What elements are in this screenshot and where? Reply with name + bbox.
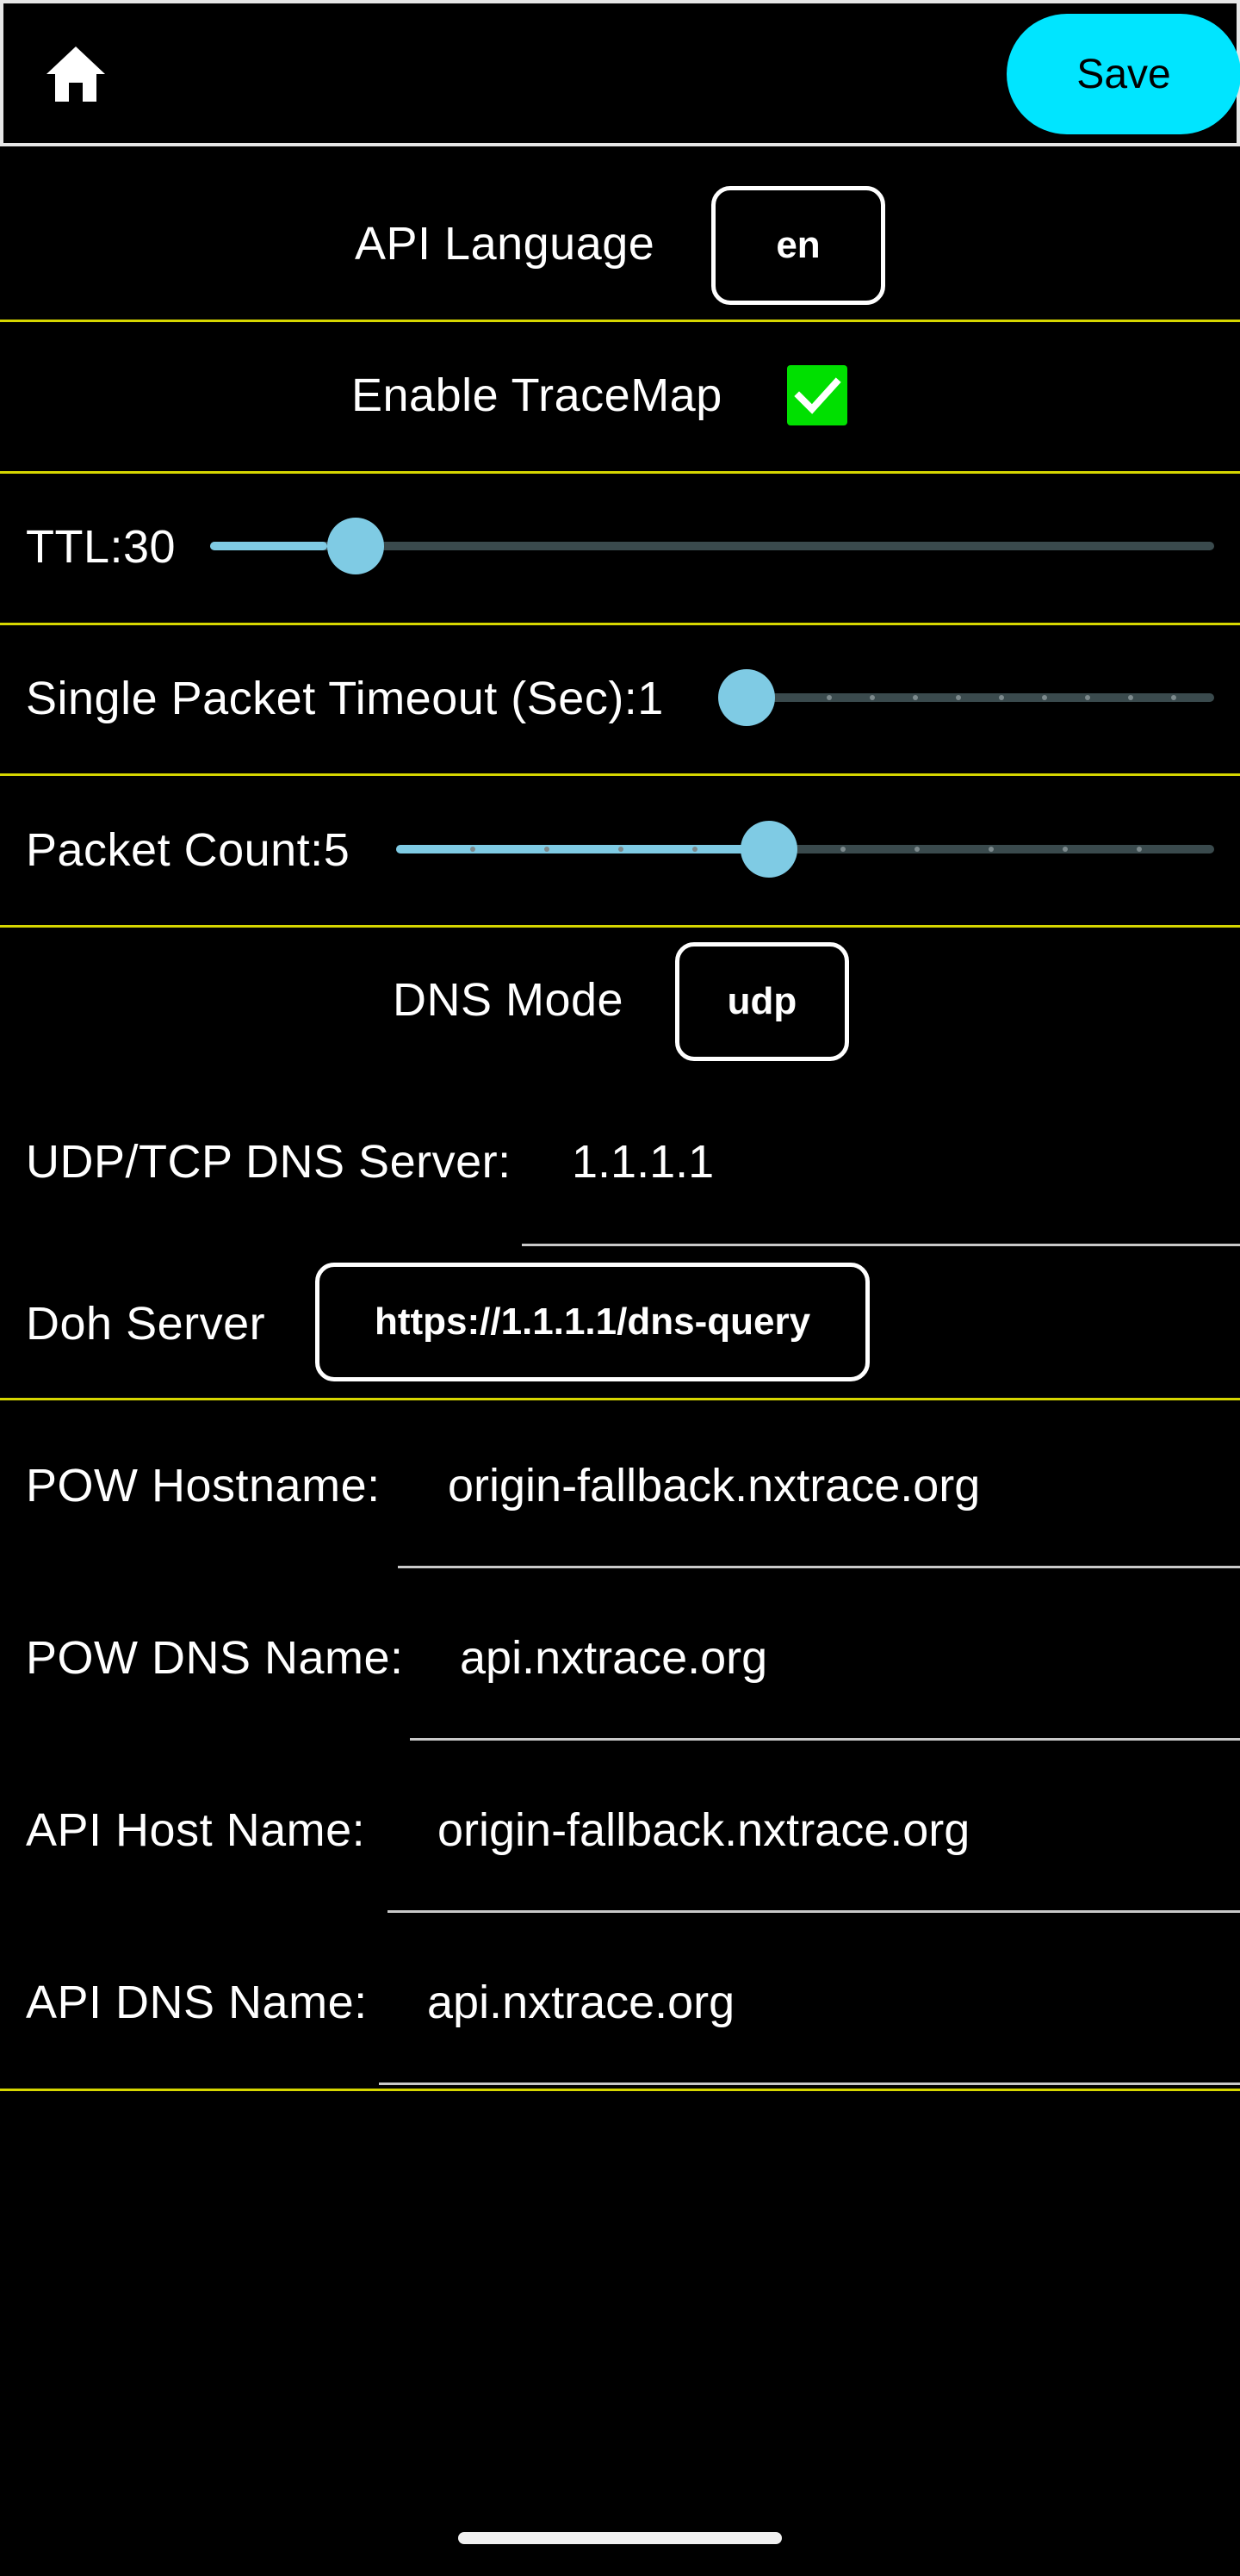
home-icon[interactable] (43, 43, 108, 105)
input-underline (398, 1566, 1240, 1568)
tracemap-label: Enable TraceMap (351, 369, 722, 421)
pow-dns-label: POW DNS Name: (26, 1632, 404, 1684)
slider-fill (210, 542, 327, 550)
slider-thumb[interactable] (327, 518, 384, 574)
doh-server-select[interactable]: https://1.1.1.1/dns-query (315, 1263, 870, 1381)
slider-tick (692, 847, 698, 852)
pow-hostname-label: POW Hostname: (26, 1460, 381, 1511)
slider-tick (470, 847, 475, 852)
slider-thumb[interactable] (718, 669, 775, 726)
timeout-slider[interactable] (718, 669, 1214, 726)
dns-mode-label: DNS Mode (393, 974, 624, 1026)
slider-fill (396, 845, 768, 853)
doh-label: Doh Server (26, 1298, 266, 1350)
api-dns-input[interactable]: api.nxtrace.org (427, 1976, 735, 2029)
slider-tick (1128, 695, 1133, 700)
divider (0, 320, 1240, 322)
api-host-input[interactable]: origin-fallback.nxtrace.org (437, 1803, 970, 1857)
save-button[interactable]: Save (1007, 14, 1240, 134)
slider-tick (1085, 695, 1090, 700)
slider-tick (870, 695, 875, 700)
packet-count-label: Packet Count:5 (26, 824, 350, 876)
packet-count-slider[interactable] (396, 821, 1214, 878)
api-language-label: API Language (355, 218, 655, 270)
timeout-label: Single Packet Timeout (Sec):1 (26, 673, 664, 724)
input-underline (379, 2083, 1240, 2085)
divider (0, 2089, 1240, 2091)
dns-mode-select[interactable]: udp (675, 942, 849, 1061)
pow-hostname-input[interactable]: origin-fallback.nxtrace.org (448, 1459, 980, 1512)
slider-tick (914, 847, 920, 852)
slider-tick (827, 695, 832, 700)
udp-dns-input[interactable]: 1.1.1.1 (572, 1135, 714, 1189)
divider (0, 773, 1240, 776)
check-icon (794, 377, 841, 414)
slider-tick (1063, 847, 1068, 852)
pow-dns-input[interactable]: api.nxtrace.org (460, 1631, 767, 1685)
divider (0, 471, 1240, 474)
slider-track (744, 693, 1214, 702)
divider (0, 925, 1240, 928)
ttl-label: TTL:30 (26, 521, 177, 573)
input-underline (388, 1910, 1240, 1913)
api-dns-label: API DNS Name: (26, 1977, 368, 2028)
ttl-slider[interactable] (210, 518, 1214, 574)
slider-tick (999, 695, 1004, 700)
slider-tick (989, 847, 994, 852)
udp-dns-label: UDP/TCP DNS Server: (26, 1136, 512, 1188)
slider-tick (544, 847, 549, 852)
settings-page: Save API Language en Enable TraceMap TTL… (0, 0, 1240, 2576)
gesture-nav-handle[interactable] (458, 2532, 782, 2544)
slider-thumb[interactable] (741, 821, 797, 878)
top-bar: Save (0, 0, 1240, 146)
tracemap-checkbox[interactable] (787, 365, 847, 425)
divider (0, 1398, 1240, 1400)
divider (0, 623, 1240, 625)
slider-tick (1042, 695, 1047, 700)
slider-tick (1137, 847, 1142, 852)
slider-tick (840, 847, 846, 852)
api-host-label: API Host Name: (26, 1804, 366, 1856)
slider-tick (956, 695, 961, 700)
slider-tick (618, 847, 623, 852)
input-underline (522, 1244, 1240, 1246)
slider-tick (913, 695, 918, 700)
slider-tick (1171, 695, 1176, 700)
input-underline (410, 1738, 1240, 1741)
api-language-select[interactable]: en (711, 186, 885, 305)
